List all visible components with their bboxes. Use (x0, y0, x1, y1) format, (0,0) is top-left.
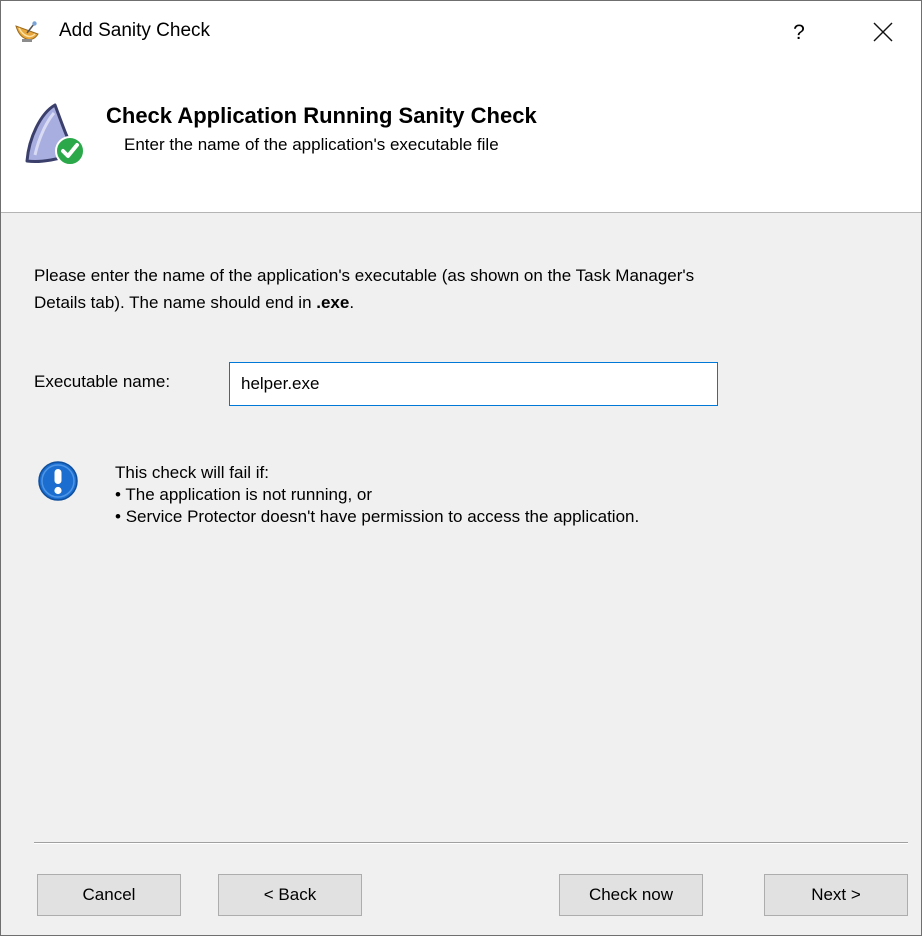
info-bullet-text: The application is not running, or (125, 485, 373, 504)
dialog-window: Add Sanity Check ? Check Application Run… (0, 0, 922, 936)
back-button[interactable]: < Back (218, 874, 362, 916)
instructions-line-2: Details tab). The name should end in .ex… (34, 289, 904, 316)
check-now-button[interactable]: Check now (559, 874, 703, 916)
application-check-icon (25, 103, 85, 166)
info-bullet-text: Service Protector doesn't have permissio… (125, 507, 640, 526)
info-bullet: • The application is not running, or (115, 485, 373, 504)
instructions-line-2-end: . (349, 293, 355, 312)
satellite-dish-icon (15, 21, 39, 42)
instructions-line-2-text: Details tab). The name should end in (34, 293, 317, 312)
instructions-line-1: Please enter the name of the application… (34, 266, 695, 285)
exe-extension: .exe (316, 293, 350, 312)
header-title: Check Application Running Sanity Check (106, 103, 537, 128)
executable-name-label: Executable name: (34, 372, 171, 391)
help-button[interactable]: ? (777, 13, 821, 53)
info-message: This check will fail if: • The applicati… (115, 462, 639, 528)
executable-name-input[interactable] (229, 362, 718, 406)
wizard-content: Please enter the name of the application… (1, 213, 921, 935)
exclamation-info-icon (38, 461, 78, 501)
footer-separator (34, 842, 908, 844)
cancel-button[interactable]: Cancel (37, 874, 181, 916)
instructions-text: Please enter the name of the application… (34, 262, 904, 316)
title-bar[interactable]: Add Sanity Check ? (1, 1, 921, 63)
wizard-header: Check Application Running Sanity Check E… (1, 63, 921, 213)
window-title: Add Sanity Check (59, 20, 211, 41)
header-subtitle: Enter the name of the application's exec… (124, 135, 499, 154)
close-icon (873, 22, 893, 42)
close-button[interactable] (859, 13, 907, 53)
next-button[interactable]: Next > (764, 874, 908, 916)
info-bullet: • Service Protector doesn't have permiss… (115, 507, 640, 526)
info-heading: This check will fail if: (115, 463, 269, 482)
